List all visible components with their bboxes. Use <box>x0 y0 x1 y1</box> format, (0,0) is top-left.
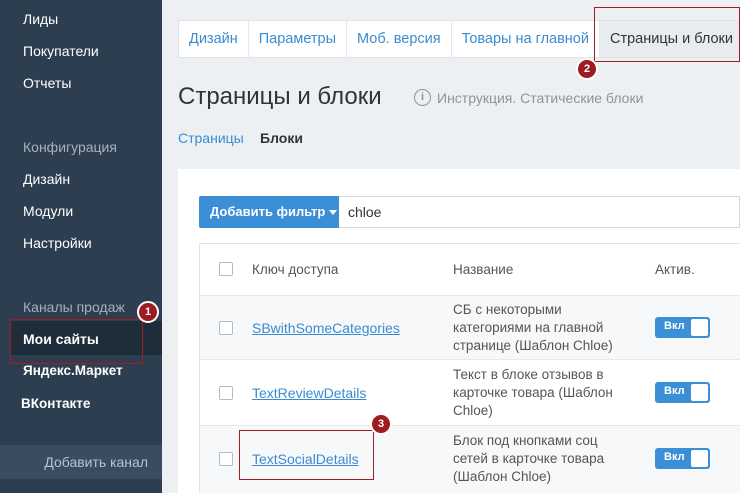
sidebar-item-vkontakte[interactable]: ВКонтакте <box>21 396 90 411</box>
sidebar-section-channels: Каналы продаж <box>23 299 125 315</box>
select-all-checkbox[interactable] <box>219 262 233 276</box>
sublink-blocks: Блоки <box>260 130 303 146</box>
sidebar-item-modules[interactable]: Модули <box>23 203 73 219</box>
add-filter-label: Добавить фильтр <box>210 204 326 219</box>
row-key-link[interactable]: TextReviewDetails <box>252 385 366 401</box>
sublink-pages[interactable]: Страницы <box>178 130 244 146</box>
toggle-label: Вкл <box>664 320 685 332</box>
row-name: Текст в блоке отзывов в карточке товара … <box>453 367 613 418</box>
table-row: SBwithSomeCategories СБ с некоторыми кат… <box>200 296 740 360</box>
sidebar-item-design[interactable]: Дизайн <box>23 171 70 187</box>
filter-search-input[interactable]: chloe <box>339 196 740 228</box>
sidebar-item-leads[interactable]: Лиды <box>23 11 58 27</box>
sidebar-section-configuration: Конфигурация <box>23 139 117 155</box>
toggle-knob <box>691 450 708 467</box>
tab-mobile-version[interactable]: Моб. версия <box>347 21 452 57</box>
row-name: СБ с некоторыми категориями на главной с… <box>453 302 613 353</box>
row-checbox[interactable] <box>219 386 233 400</box>
annotation-badge-1: 1 <box>137 301 159 323</box>
instruction-link[interactable]: Инструкция. Статические блоки <box>437 90 643 106</box>
sidebar: Лиды Покупатели Отчеты Конфигурация Диза… <box>0 0 162 493</box>
info-icon: i <box>414 89 431 106</box>
annotation-highlight-pages-tab <box>594 7 740 62</box>
sidebar-item-settings[interactable]: Настройки <box>23 235 92 251</box>
tab-design[interactable]: Дизайн <box>179 21 249 57</box>
annotation-badge-3: 3 <box>370 413 392 435</box>
row-key-link[interactable]: SBwithSomeCategories <box>252 320 400 336</box>
column-header-name[interactable]: Название <box>453 262 513 277</box>
annotation-highlight-my-sites <box>10 319 143 364</box>
column-header-active[interactable]: Актив. <box>655 262 695 277</box>
annotation-badge-2: 2 <box>576 58 598 80</box>
annotation-highlight-social-details <box>239 430 374 480</box>
toggle-label: Вкл <box>664 451 685 463</box>
add-channel-button[interactable]: Добавить канал <box>44 454 148 470</box>
row-name: Блок под кнопками соц сетей в карточке т… <box>453 433 605 484</box>
add-filter-button[interactable]: Добавить фильтр <box>199 196 339 228</box>
row-checkbox[interactable] <box>219 321 233 335</box>
active-toggle[interactable]: Вкл <box>655 382 710 403</box>
column-header-key[interactable]: Ключ доступа <box>252 262 338 277</box>
toggle-knob <box>691 384 708 401</box>
tab-home-products[interactable]: Товары на главной <box>452 21 600 57</box>
sidebar-item-reports[interactable]: Отчеты <box>23 75 71 91</box>
row-checkbox[interactable] <box>219 452 233 466</box>
tab-parameters[interactable]: Параметры <box>249 21 348 57</box>
table-row: TextReviewDetails Текст в блоке отзывов … <box>200 360 740 426</box>
toggle-knob <box>691 319 708 336</box>
sidebar-item-customers[interactable]: Покупатели <box>23 43 99 59</box>
table-header-row: Ключ доступа Название Актив. <box>200 244 740 296</box>
caret-down-icon <box>329 210 338 216</box>
sidebar-item-yandex-market[interactable]: Яндекс.Маркет <box>23 363 123 378</box>
active-toggle[interactable]: Вкл <box>655 448 710 469</box>
page-title: Страницы и блоки <box>178 83 382 110</box>
toggle-label: Вкл <box>664 385 685 397</box>
active-toggle[interactable]: Вкл <box>655 317 710 338</box>
